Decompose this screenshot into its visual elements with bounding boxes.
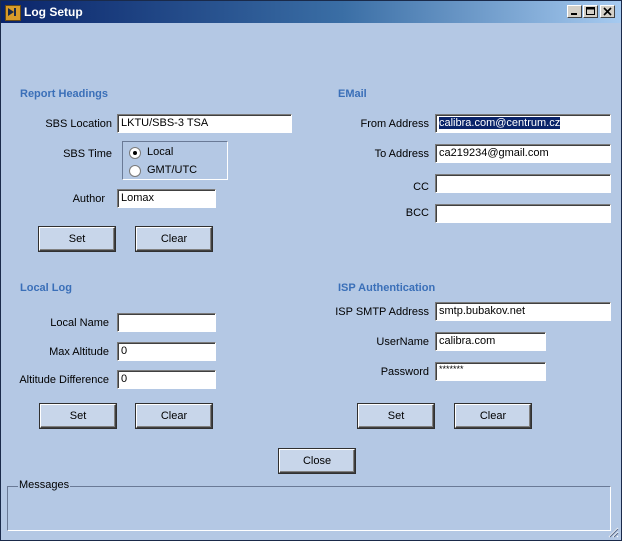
password-input[interactable]: ******* bbox=[435, 362, 546, 381]
isp-smtp-address-label: ISP SMTP Address bbox=[335, 306, 429, 318]
isp-authentication-title: ISP Authentication bbox=[338, 282, 436, 294]
close-window-button[interactable] bbox=[600, 5, 615, 18]
local-log-title: Local Log bbox=[20, 282, 72, 294]
log-setup-window: Log Setup Report Headings SBS Location L… bbox=[0, 0, 622, 541]
from-address-input[interactable]: calibra.com@centrum.cz bbox=[435, 114, 611, 133]
altitude-difference-input[interactable]: 0 bbox=[117, 370, 216, 389]
from-address-value: calibra.com@centrum.cz bbox=[439, 117, 561, 129]
report-headings-clear-button[interactable]: Clear bbox=[136, 227, 212, 251]
sbs-time-radio-group: Local GMT/UTC bbox=[122, 141, 228, 180]
local-log-clear-button[interactable]: Clear bbox=[136, 404, 212, 428]
resize-grip-icon[interactable] bbox=[607, 526, 619, 538]
isp-set-button[interactable]: Set bbox=[358, 404, 434, 428]
sbs-time-local-radio[interactable] bbox=[129, 147, 141, 159]
altitude-difference-label: Altitude Difference bbox=[19, 374, 109, 386]
sbs-location-label: SBS Location bbox=[45, 118, 112, 130]
sbs-time-label: SBS Time bbox=[63, 148, 112, 160]
report-headings-title: Report Headings bbox=[20, 88, 109, 100]
maximize-button[interactable] bbox=[583, 5, 598, 18]
cc-input[interactable] bbox=[435, 174, 611, 193]
local-log-set-button[interactable]: Set bbox=[40, 404, 116, 428]
username-input[interactable]: calibra.com bbox=[435, 332, 546, 351]
from-address-label: From Address bbox=[360, 118, 429, 130]
report-headings-set-button[interactable]: Set bbox=[39, 227, 115, 251]
max-altitude-input[interactable]: 0 bbox=[117, 342, 216, 361]
local-name-input[interactable] bbox=[117, 313, 216, 332]
close-button[interactable]: Close bbox=[279, 449, 355, 473]
isp-clear-button[interactable]: Clear bbox=[455, 404, 531, 428]
sbs-location-input[interactable]: LKTU/SBS-3 TSA bbox=[117, 114, 292, 133]
author-label: Author bbox=[72, 193, 105, 205]
to-address-input[interactable]: ca219234@gmail.com bbox=[435, 144, 611, 163]
email-title: EMail bbox=[338, 88, 367, 100]
password-label: Password bbox=[380, 366, 429, 378]
title-bar[interactable]: Log Setup bbox=[1, 1, 621, 23]
window-title: Log Setup bbox=[24, 5, 83, 19]
radio-selected-dot bbox=[133, 151, 137, 155]
cc-label: CC bbox=[413, 181, 429, 193]
author-input[interactable]: Lomax bbox=[117, 189, 216, 208]
sbs-time-gmt-radio[interactable] bbox=[129, 165, 141, 177]
local-name-label: Local Name bbox=[50, 317, 109, 329]
app-arrow-icon bbox=[5, 5, 21, 21]
messages-label: Messages bbox=[18, 479, 71, 491]
username-label: UserName bbox=[376, 336, 429, 348]
to-address-label: To Address bbox=[374, 148, 429, 160]
messages-groupbox: Messages bbox=[7, 479, 611, 531]
minimize-button[interactable] bbox=[567, 5, 582, 18]
isp-smtp-address-input[interactable]: smtp.bubakov.net bbox=[435, 302, 611, 321]
max-altitude-label: Max Altitude bbox=[49, 346, 109, 358]
sbs-time-gmt-label[interactable]: GMT/UTC bbox=[147, 164, 197, 176]
bcc-label: BCC bbox=[405, 207, 429, 219]
bcc-input[interactable] bbox=[435, 204, 611, 223]
sbs-time-local-label[interactable]: Local bbox=[147, 146, 173, 158]
